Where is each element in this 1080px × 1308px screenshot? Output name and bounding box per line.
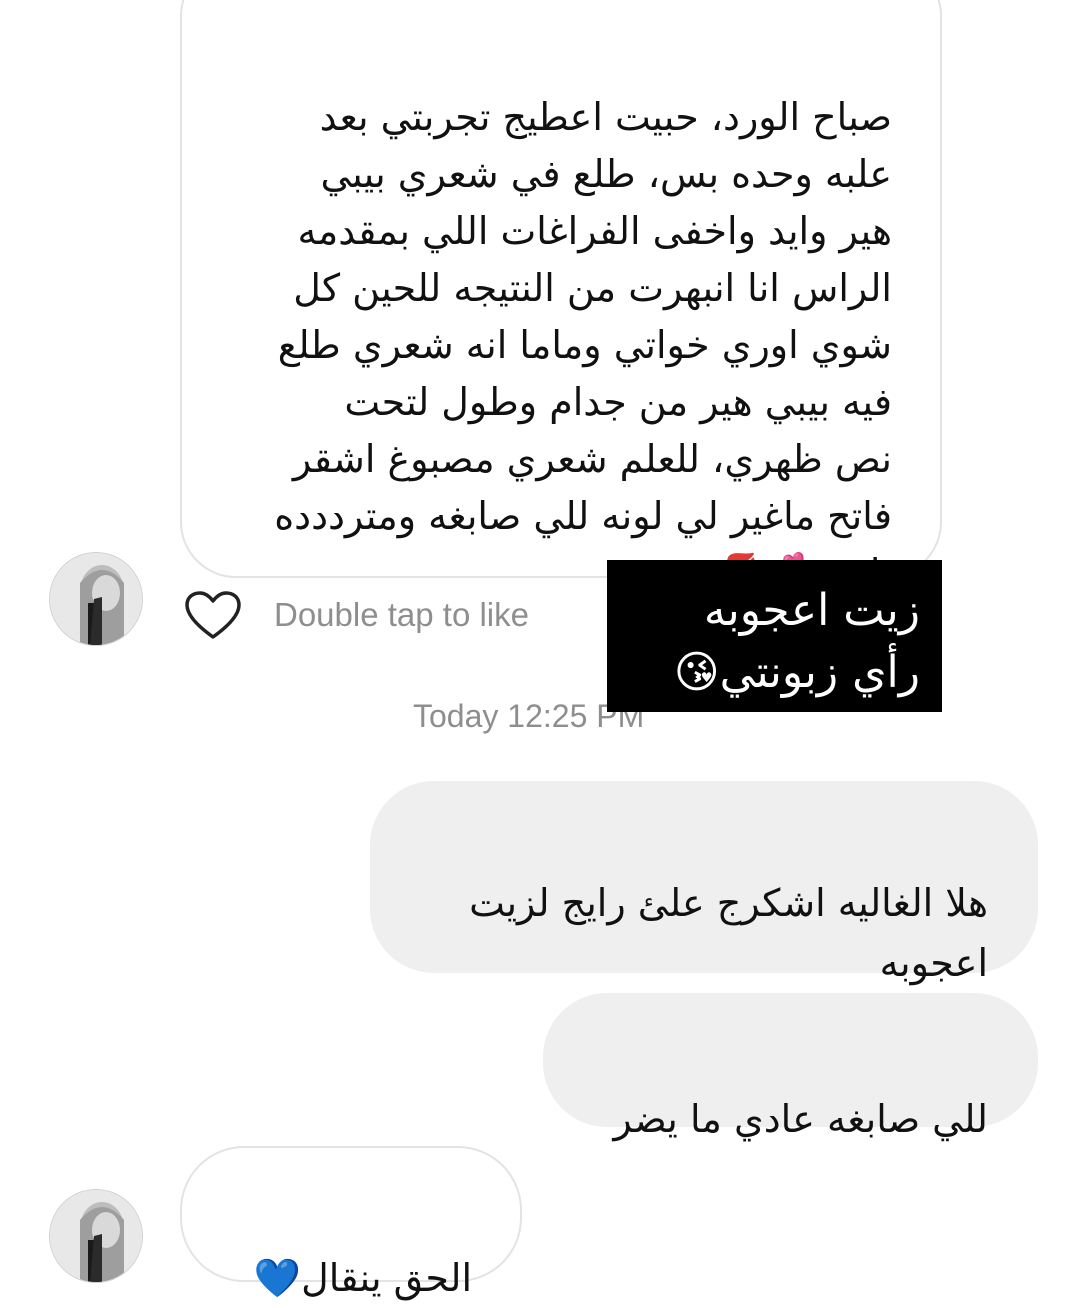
sender-avatar[interactable] [49, 552, 143, 646]
message-text: الحق ينقال💙 [253, 1256, 472, 1300]
incoming-message-bubble[interactable]: الحق ينقال💙 [180, 1146, 522, 1300]
incoming-message-bubble[interactable]: صباح الورد، حبيت اعطيج تجربتي بعد علبه و… [180, 0, 942, 595]
outgoing-message-bubble[interactable]: هلا الغاليه اشكرج علئ رايج لزيت اعجوبه [370, 781, 1038, 985]
message-text: صباح الورد، حبيت اعطيج تجربتي بعد علبه و… [274, 95, 892, 595]
message-text: هلا الغاليه اشكرج علئ رايج لزيت اعجوبه [469, 881, 988, 985]
message-text: للي صابغه عادي ما يضر [613, 1097, 988, 1141]
overlay-caption: زيت اعجوبه رأي زبونتي😘 [607, 560, 942, 712]
avatar-image [50, 1190, 142, 1282]
double-tap-to-like-hint: Double tap to like [274, 596, 529, 633]
avatar-image [50, 553, 142, 645]
sender-avatar[interactable] [49, 1189, 143, 1283]
outgoing-message-bubble[interactable]: للي صابغه عادي ما يضر [543, 993, 1038, 1141]
heart-icon[interactable] [184, 590, 242, 642]
